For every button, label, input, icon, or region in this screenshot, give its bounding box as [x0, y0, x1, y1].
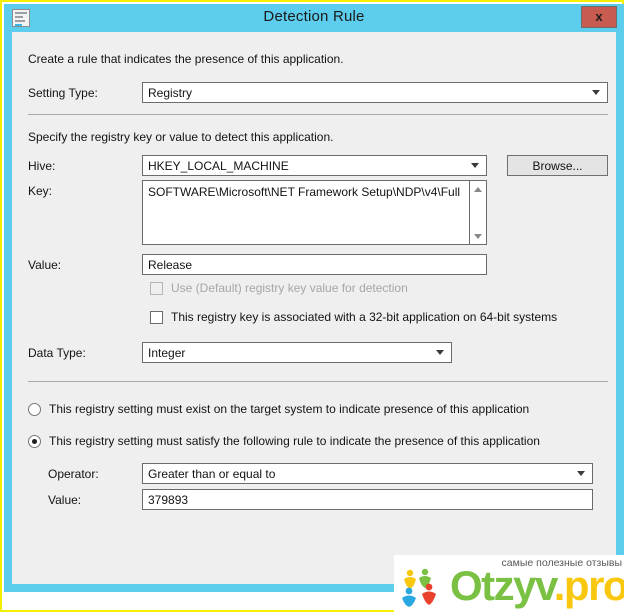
operator-label: Operator:: [48, 467, 99, 481]
hive-value: HKEY_LOCAL_MACHINE: [148, 159, 289, 173]
detection-rule-window: Detection Rule x Create a rule that indi…: [4, 4, 624, 592]
dialog-body: Create a rule that indicates the presenc…: [12, 32, 616, 584]
chevron-down-icon: [577, 470, 586, 479]
divider-bottom: [28, 381, 608, 382]
chevron-down-icon: [471, 162, 480, 171]
registry-section-intro: Specify the registry key or value to det…: [28, 130, 334, 144]
radio-circle[interactable]: [28, 435, 41, 448]
wordmark-brand: Otzyv: [450, 562, 555, 609]
data-type-label: Data Type:: [28, 346, 86, 360]
operator-select[interactable]: Greater than or equal to: [142, 463, 593, 484]
browse-button-label: Browse...: [532, 159, 583, 173]
checkbox-box[interactable]: [150, 311, 163, 324]
app-frame: Detection Rule x Create a rule that indi…: [0, 0, 624, 614]
rule-value-input[interactable]: 379893: [142, 489, 593, 510]
data-type-select[interactable]: Integer: [142, 342, 452, 363]
people-logo-icon: [402, 568, 436, 607]
radio-must-satisfy-label: This registry setting must satisfy the f…: [49, 434, 540, 448]
key-scrollbar[interactable]: [469, 181, 486, 244]
wow64-checkbox-label: This registry key is associated with a 3…: [171, 310, 558, 324]
setting-type-select[interactable]: Registry: [142, 82, 608, 103]
hive-select[interactable]: HKEY_LOCAL_MACHINE: [142, 155, 487, 176]
key-label: Key:: [28, 184, 53, 198]
checkbox-box: [150, 282, 163, 295]
watermark-logo: самые полезные отзывы Otzyv.pro: [394, 555, 624, 614]
rule-value-label: Value:: [48, 493, 82, 507]
divider-top: [28, 114, 608, 115]
radio-circle[interactable]: [28, 403, 41, 416]
chevron-down-icon: [592, 89, 601, 98]
registry-value-label: Value:: [28, 258, 62, 272]
rule-value-text: 379893: [148, 493, 189, 507]
radio-must-exist-label: This registry setting must exist on the …: [49, 402, 530, 416]
hive-label: Hive:: [28, 159, 56, 173]
setting-type-value: Registry: [148, 86, 193, 100]
window-title: Detection Rule: [263, 8, 365, 25]
watermark-wordmark: Otzyv.pro: [450, 565, 624, 607]
registry-value-input[interactable]: Release: [142, 254, 487, 275]
dialog-intro-text: Create a rule that indicates the presenc…: [28, 52, 344, 66]
use-default-checkbox-label: Use (Default) registry key value for det…: [171, 281, 408, 295]
registry-value-text: Release: [148, 258, 193, 272]
scroll-up-icon[interactable]: [470, 181, 486, 197]
data-type-value: Integer: [148, 346, 186, 360]
operator-value: Greater than or equal to: [148, 467, 276, 481]
key-textarea[interactable]: SOFTWARE\Microsoft\NET Framework Setup\N…: [142, 180, 487, 245]
chevron-down-icon: [436, 349, 445, 358]
browse-button[interactable]: Browse...: [507, 155, 608, 176]
title-bar: Detection Rule x: [4, 4, 624, 32]
scroll-down-icon[interactable]: [470, 228, 486, 244]
key-value: SOFTWARE\Microsoft\NET Framework Setup\N…: [148, 185, 461, 199]
wordmark-suffix: .pro: [553, 562, 624, 609]
close-button[interactable]: x: [581, 6, 617, 28]
setting-type-label: Setting Type:: [28, 86, 98, 100]
